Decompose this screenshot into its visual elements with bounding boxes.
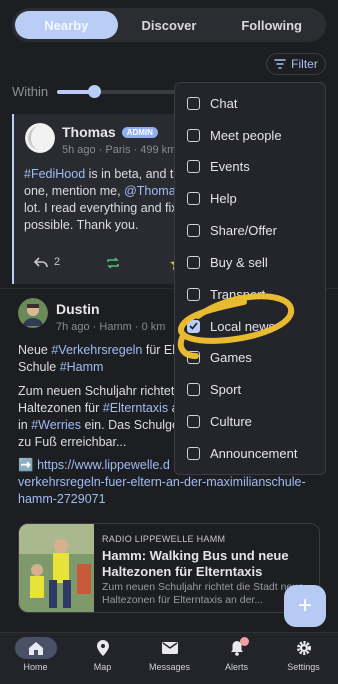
checkbox[interactable] <box>187 159 200 173</box>
tab-following[interactable]: Following <box>220 11 323 39</box>
preview-thumbnail <box>19 524 94 612</box>
post-meta: 5h ago · Paris · 499 km <box>62 144 177 156</box>
checkbox[interactable] <box>187 128 200 142</box>
within-label: Within <box>12 84 49 99</box>
nav-messages[interactable]: Messages <box>136 637 203 672</box>
nav-settings[interactable]: Settings <box>270 637 337 672</box>
link-preview-card[interactable]: RADIO LIPPEWELLE HAMM Hamm: Walking Bus … <box>18 523 320 613</box>
filter-label: Filter <box>291 57 318 71</box>
home-icon <box>28 641 43 655</box>
post-body: Neue #Verkehrsregeln für El Schule #Hamm… <box>18 343 178 449</box>
post-body: #FediHood is in beta, and th one, mentio… <box>24 167 182 232</box>
reply-icon <box>34 256 48 267</box>
checkbox[interactable] <box>187 446 200 460</box>
author-name[interactable]: Dustin <box>56 301 100 317</box>
distance-slider[interactable] <box>57 85 177 98</box>
checkbox[interactable] <box>187 255 200 269</box>
filter-option-share-offer[interactable]: Share/Offer <box>187 218 277 242</box>
nav-alerts[interactable]: Alerts <box>203 637 270 672</box>
reply-button[interactable]: 2 <box>34 256 60 268</box>
plus-icon: + <box>297 592 312 619</box>
tab-nearby[interactable]: Nearby <box>15 11 118 39</box>
reply-count: 2 <box>54 256 61 268</box>
preview-description: Zum neuen Schuljahr richtet die Stadt ne… <box>102 581 304 606</box>
hashtag-link[interactable]: #FediHood <box>24 167 85 181</box>
filter-option-events[interactable]: Events <box>187 154 250 178</box>
filter-icon <box>274 59 286 69</box>
gear-icon <box>296 641 311 655</box>
avatar <box>18 298 48 328</box>
checkbox[interactable] <box>187 223 200 237</box>
admin-badge: ADMIN <box>121 126 158 138</box>
preview-title: Hamm: Walking Bus und neue Haltezonen fü… <box>102 548 289 579</box>
checkbox[interactable] <box>187 382 200 396</box>
filter-button[interactable]: Filter <box>266 53 326 75</box>
preview-source: RADIO LIPPEWELLE HAMM <box>102 534 226 544</box>
compose-button[interactable]: + <box>284 585 326 627</box>
notification-dot <box>239 637 249 646</box>
nav-map[interactable]: Map <box>69 637 136 672</box>
category-filter-menu: Chat Meet people Events Help Share/Offer… <box>174 82 326 475</box>
avatar <box>25 123 55 153</box>
filter-option-sport[interactable]: Sport <box>187 377 241 401</box>
checkbox[interactable] <box>187 191 200 205</box>
filter-option-buy-sell[interactable]: Buy & sell <box>187 250 268 274</box>
filter-option-chat[interactable]: Chat <box>187 91 237 115</box>
tab-discover[interactable]: Discover <box>118 11 221 39</box>
bottom-nav: Home Map Messages Alerts Settings <box>0 632 338 684</box>
nav-home[interactable]: Home <box>2 637 69 672</box>
author-name[interactable]: Thomas <box>62 124 116 140</box>
mail-icon <box>161 642 178 654</box>
filter-option-meet-people[interactable]: Meet people <box>187 123 282 147</box>
checkbox[interactable] <box>187 414 200 428</box>
hashtag-link[interactable]: #Verkehrsregeln <box>51 343 142 357</box>
highlight-scribble <box>177 293 295 359</box>
post-meta: 7h ago · Hamm · 0 km <box>56 321 166 333</box>
post-card-thomas[interactable]: Thomas ADMIN 5h ago · Paris · 499 km #Fe… <box>12 114 196 284</box>
hashtag-link[interactable]: #Elterntaxis <box>103 401 168 415</box>
arrow-icon: ➡️ <box>18 458 34 472</box>
map-pin-icon <box>96 640 109 656</box>
slider-handle[interactable] <box>88 85 101 98</box>
filter-option-culture[interactable]: Culture <box>187 409 252 433</box>
hashtag-link[interactable]: #Hamm <box>60 360 104 374</box>
filter-option-announcement[interactable]: Announcement <box>187 441 297 465</box>
feed-tabs: Nearby Discover Following <box>12 8 326 42</box>
checkbox[interactable] <box>187 96 200 110</box>
filter-option-help[interactable]: Help <box>187 186 237 210</box>
repost-icon[interactable] <box>106 257 120 269</box>
hashtag-link[interactable]: #Werries <box>31 418 81 432</box>
